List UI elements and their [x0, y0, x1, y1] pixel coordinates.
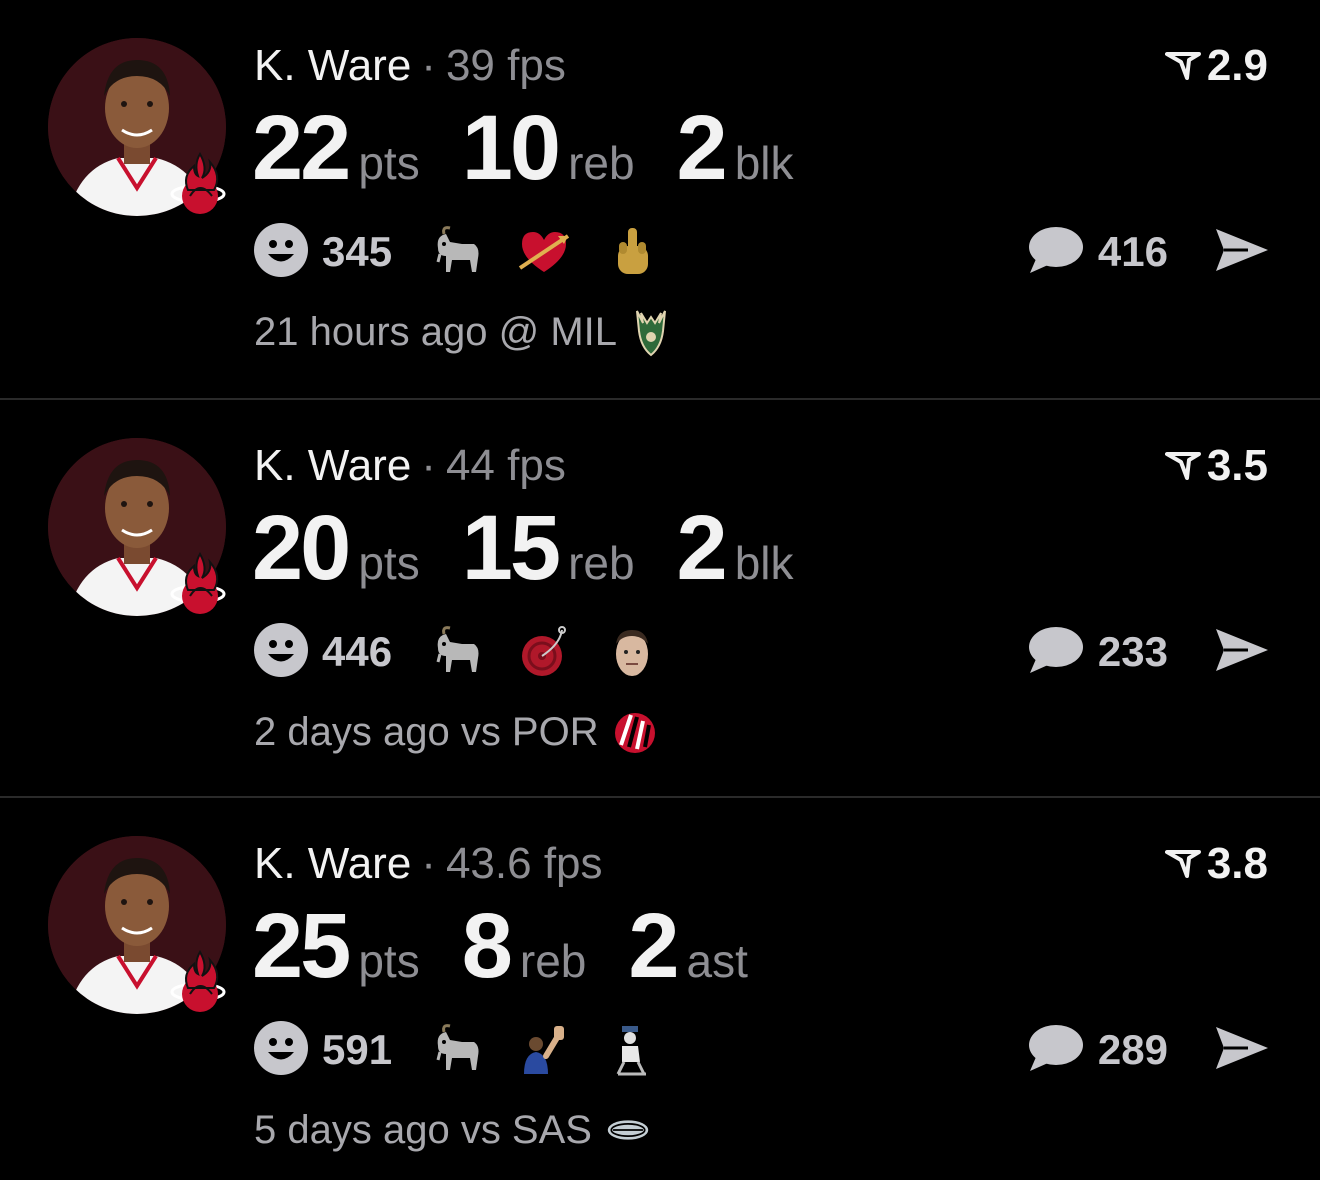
- game-time-text: 21 hours ago @ MIL: [254, 309, 618, 354]
- game-time-text: 5 days ago vs SAS: [254, 1107, 592, 1152]
- stat-value-blk: 2: [676, 497, 728, 599]
- stat-line: 20 pts 15 reb 2 blk: [252, 498, 836, 598]
- share-icon[interactable]: [1214, 1025, 1270, 1076]
- reaction-count[interactable]: 345: [322, 228, 392, 276]
- game-info[interactable]: 2 days ago vs POR: [254, 706, 657, 758]
- stat-value-reb: 15: [461, 497, 561, 599]
- comment-count[interactable]: 416: [1098, 228, 1168, 276]
- smiley-icon[interactable]: [254, 622, 308, 682]
- separator-dot: ·: [421, 839, 436, 888]
- rating-value: 3.8: [1206, 839, 1268, 888]
- fantasy-points: 43.6 fps: [445, 839, 603, 888]
- smiley-icon[interactable]: [254, 1020, 308, 1080]
- smiley-icon[interactable]: [254, 222, 308, 282]
- player-name[interactable]: K. Ware: [254, 41, 411, 90]
- comments-area: 289: [1028, 1020, 1270, 1080]
- stat-value-ast: 2: [628, 895, 679, 997]
- goat-icon[interactable]: [426, 1020, 486, 1080]
- feed: K. Ware · 39 fps 2.9 22 pts 10 reb 2 blk 345: [0, 0, 1320, 1180]
- stat-unit-blk: blk: [734, 537, 794, 589]
- reactions-row: 345: [254, 222, 690, 282]
- fantasy-points: 44 fps: [445, 441, 566, 490]
- stat-unit-pts: pts: [358, 137, 420, 189]
- blazers-logo-icon: [613, 706, 657, 758]
- share-icon[interactable]: [1214, 627, 1270, 678]
- header-line: K. Ware · 39 fps: [254, 40, 566, 92]
- game-info[interactable]: 5 days ago vs SAS: [254, 1104, 650, 1156]
- stat-value-pts: 22: [252, 97, 351, 199]
- feed-card[interactable]: K. Ware · 43.6 fps 3.8 25 pts 8 reb 2 ast 591: [0, 796, 1320, 1180]
- feed-card[interactable]: K. Ware · 44 fps 3.5 20 pts 15 reb 2 blk 446: [0, 398, 1320, 796]
- bucks-logo-icon: [631, 306, 675, 358]
- wave-figure-icon[interactable]: [514, 1020, 574, 1080]
- rating-value: 2.9: [1206, 41, 1268, 90]
- separator-dot: ·: [421, 41, 436, 90]
- heat-logo-icon: [168, 150, 230, 222]
- stat-value-blk: 2: [676, 97, 728, 199]
- comment-icon[interactable]: [1028, 625, 1084, 680]
- rating[interactable]: 3.8: [1164, 838, 1268, 890]
- heat-logo-icon: [168, 550, 230, 622]
- feed-card[interactable]: K. Ware · 39 fps 2.9 22 pts 10 reb 2 blk 345: [0, 0, 1320, 398]
- comment-count[interactable]: 233: [1098, 628, 1168, 676]
- stat-line: 25 pts 8 reb 2 ast: [252, 896, 790, 996]
- stat-unit-pts: pts: [358, 537, 420, 589]
- comments-area: 233: [1028, 622, 1270, 682]
- rating-icon: [1164, 40, 1201, 92]
- share-icon[interactable]: [1214, 227, 1270, 278]
- middle-finger-icon[interactable]: [602, 222, 662, 282]
- rating[interactable]: 3.5: [1164, 440, 1268, 492]
- comment-icon[interactable]: [1028, 1023, 1084, 1078]
- chair-figure-icon[interactable]: [602, 1020, 662, 1080]
- reaction-count[interactable]: 591: [322, 1026, 392, 1074]
- game-time-text: 2 days ago vs POR: [254, 709, 599, 754]
- comments-area: 416: [1028, 222, 1270, 282]
- header-line: K. Ware · 43.6 fps: [254, 838, 603, 890]
- separator-dot: ·: [421, 441, 436, 490]
- reactions-row: 591: [254, 1020, 690, 1080]
- stat-unit-reb: reb: [568, 537, 635, 589]
- goat-icon[interactable]: [426, 622, 486, 682]
- reactions-row: 446: [254, 622, 690, 682]
- rating[interactable]: 2.9: [1164, 40, 1268, 92]
- stat-unit-reb: reb: [568, 137, 635, 189]
- goat-icon[interactable]: [426, 222, 486, 282]
- rating-value: 3.5: [1206, 441, 1268, 490]
- stat-value-reb: 8: [461, 895, 513, 997]
- player-name[interactable]: K. Ware: [254, 441, 411, 490]
- header-line: K. Ware · 44 fps: [254, 440, 566, 492]
- comment-icon[interactable]: [1028, 225, 1084, 280]
- game-info[interactable]: 21 hours ago @ MIL: [254, 306, 675, 358]
- stat-unit-reb: reb: [519, 935, 587, 987]
- spurs-logo-icon: [606, 1104, 650, 1156]
- heat-logo-icon: [168, 948, 230, 1020]
- face-avatar-icon[interactable]: [602, 622, 662, 682]
- stat-unit-blk: blk: [734, 137, 794, 189]
- stat-line: 22 pts 10 reb 2 blk: [252, 98, 836, 198]
- reaction-count[interactable]: 446: [322, 628, 392, 676]
- heart-arrow-icon[interactable]: [514, 222, 574, 282]
- rating-icon: [1164, 440, 1201, 492]
- rating-icon: [1164, 838, 1201, 890]
- fantasy-points: 39 fps: [445, 41, 566, 90]
- stat-unit-pts: pts: [358, 935, 420, 987]
- stat-value-pts: 20: [252, 497, 351, 599]
- comment-count[interactable]: 289: [1098, 1026, 1168, 1074]
- player-name[interactable]: K. Ware: [254, 839, 411, 888]
- stat-unit-ast: ast: [686, 935, 748, 987]
- stat-value-reb: 10: [461, 97, 561, 199]
- yoyo-icon[interactable]: [514, 622, 574, 682]
- stat-value-pts: 25: [252, 895, 351, 997]
